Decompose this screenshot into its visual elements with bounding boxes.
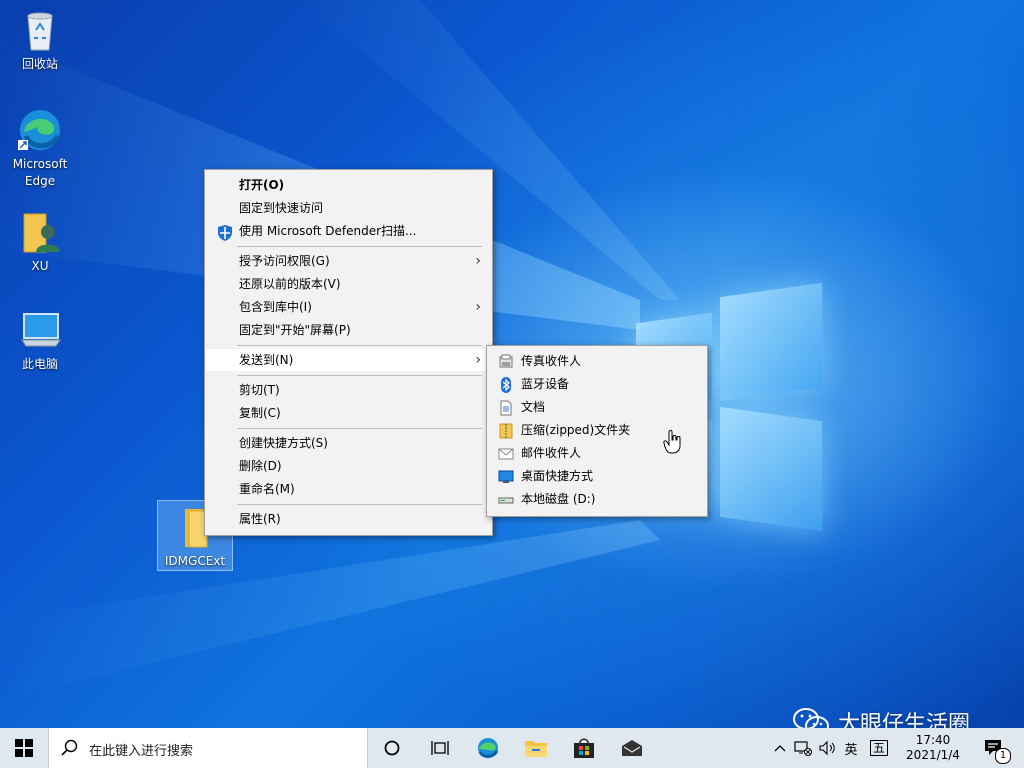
cortana-button[interactable] xyxy=(368,728,416,768)
edge-icon xyxy=(16,106,64,154)
menu-separator xyxy=(237,375,482,376)
clock-time: 17:40 xyxy=(915,733,951,747)
bluetooth-icon xyxy=(498,377,514,393)
taskbar: 在此键入进行搜索 英 五 17:40 2021/1/4 1 xyxy=(0,728,1024,768)
taskbar-mail[interactable] xyxy=(608,728,656,768)
volume-control[interactable] xyxy=(816,728,838,768)
menu-item-send-to[interactable]: 发送到(N) › xyxy=(206,349,491,371)
taskbar-file-explorer[interactable] xyxy=(512,728,560,768)
network-icon xyxy=(794,741,812,756)
desktop-icon-edge[interactable]: Microsoft Edge xyxy=(4,106,76,190)
speaker-icon xyxy=(819,740,835,756)
desktop-icon-label: 回收站 xyxy=(21,57,58,71)
search-placeholder: 在此键入进行搜索 xyxy=(89,744,194,759)
chevron-up-icon xyxy=(774,745,786,752)
taskbar-edge[interactable] xyxy=(464,728,512,768)
desktop-icon-user-folder[interactable]: XU xyxy=(4,208,76,275)
store-icon xyxy=(574,738,594,758)
network-status[interactable] xyxy=(792,728,814,768)
desktop-icon-label: 此电脑 xyxy=(21,357,58,371)
windows-start-icon xyxy=(15,739,33,757)
menu-separator xyxy=(237,246,482,247)
hand-cursor-icon xyxy=(663,430,681,454)
menu-item-cut[interactable]: 剪切(T) xyxy=(206,379,491,401)
search-icon xyxy=(61,739,78,756)
recycle-bin-icon xyxy=(16,6,64,54)
show-hidden-icons-button[interactable] xyxy=(770,728,790,768)
menu-separator xyxy=(237,345,482,346)
clock-date: 2021/1/4 xyxy=(906,748,960,762)
taskbar-store[interactable] xyxy=(560,728,608,768)
sendto-bluetooth[interactable]: 蓝牙设备 xyxy=(488,373,706,395)
menu-item-properties[interactable]: 属性(R) xyxy=(206,508,491,530)
edge-icon xyxy=(478,738,499,758)
submenu-arrow-icon: › xyxy=(475,352,481,368)
user-folder-icon xyxy=(16,208,64,256)
desktop-icon xyxy=(498,469,514,484)
menu-item-grant-access[interactable]: 授予访问权限(G) › xyxy=(206,250,491,272)
menu-item-copy[interactable]: 复制(C) xyxy=(206,402,491,424)
menu-separator xyxy=(237,428,482,429)
mail-icon xyxy=(498,446,514,461)
desktop-icon-recycle-bin[interactable]: 回收站 xyxy=(4,6,76,73)
submenu-arrow-icon: › xyxy=(475,253,481,269)
defender-shield-icon xyxy=(216,224,232,241)
fax-icon xyxy=(498,354,514,369)
menu-item-rename[interactable]: 重命名(M) xyxy=(206,478,491,500)
menu-item-open[interactable]: 打开(O) xyxy=(206,174,491,196)
menu-item-pin-to-start[interactable]: 固定到"开始"屏幕(P) xyxy=(206,319,491,341)
drive-icon xyxy=(498,492,514,507)
desktop-icon-this-pc[interactable]: 此电脑 xyxy=(4,306,76,373)
submenu-arrow-icon: › xyxy=(475,299,481,315)
menu-separator xyxy=(237,504,482,505)
computer-icon xyxy=(16,306,64,354)
zip-folder-icon xyxy=(498,423,514,439)
task-view-button[interactable] xyxy=(416,728,464,768)
taskbar-search-box[interactable]: 在此键入进行搜索 xyxy=(48,728,368,768)
desktop-icon-label: IDMGCExt xyxy=(164,554,226,568)
desktop-icon-label: Microsoft Edge xyxy=(12,157,68,188)
sendto-local-disk-d[interactable]: 本地磁盘 (D:) xyxy=(488,488,706,510)
menu-item-pin-quick-access[interactable]: 固定到快速访问 xyxy=(206,197,491,219)
menu-item-delete[interactable]: 删除(D) xyxy=(206,455,491,477)
sendto-documents[interactable]: 文档 xyxy=(488,396,706,418)
sendto-desktop-shortcut[interactable]: 桌面快捷方式 xyxy=(488,465,706,487)
menu-item-defender-scan[interactable]: 使用 Microsoft Defender扫描... xyxy=(206,220,491,242)
clock[interactable]: 17:40 2021/1/4 xyxy=(898,728,968,768)
menu-item-include-in-library[interactable]: 包含到库中(I) › xyxy=(206,296,491,318)
input-language-indicator[interactable]: 英 xyxy=(840,728,862,768)
action-center-button[interactable]: 1 xyxy=(974,728,1014,768)
menu-item-restore-versions[interactable]: 还原以前的版本(V) xyxy=(206,273,491,295)
start-button[interactable] xyxy=(0,728,48,768)
document-icon xyxy=(498,400,514,416)
context-menu: 打开(O) 固定到快速访问 使用 Microsoft Defender扫描...… xyxy=(204,169,493,536)
ime-mode-indicator[interactable]: 五 xyxy=(866,728,892,768)
file-explorer-icon xyxy=(525,741,547,757)
menu-item-create-shortcut[interactable]: 创建快捷方式(S) xyxy=(206,432,491,454)
desktop-icon-label: XU xyxy=(31,259,49,273)
task-view-icon xyxy=(431,741,449,755)
cortana-icon xyxy=(384,740,400,756)
mail-icon xyxy=(622,740,642,756)
notification-count-badge: 1 xyxy=(995,748,1011,764)
sendto-fax-recipient[interactable]: 传真收件人 xyxy=(488,350,706,372)
